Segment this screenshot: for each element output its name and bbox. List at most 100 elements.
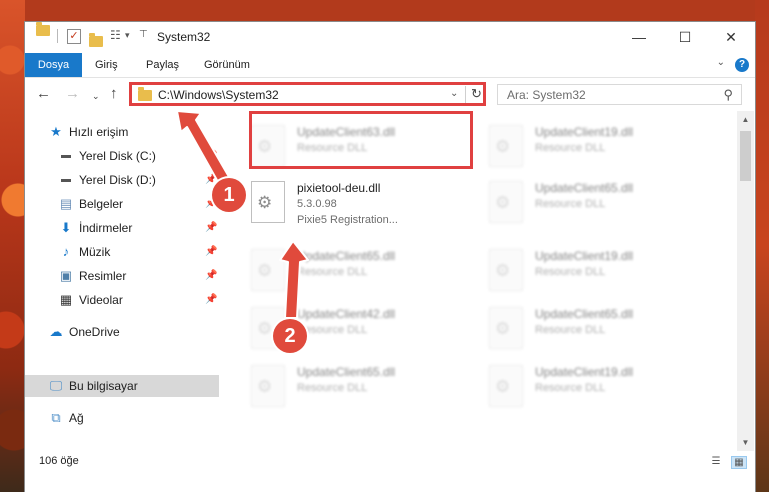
dll-file-icon (251, 249, 285, 291)
sidebar-item-label: Ağ (69, 411, 84, 425)
sidebar-item-this-pc[interactable]: 🖵 Bu bilgisayar (25, 375, 219, 397)
file-name: UpdateClient19.dll (535, 125, 634, 139)
sidebar-item-label: Videolar (79, 293, 123, 307)
file-type: Resource DLL (297, 266, 368, 278)
dll-file-icon (489, 125, 523, 167)
maximize-button[interactable]: ☐ (662, 22, 708, 53)
pin-icon[interactable]: 📌 (205, 241, 217, 263)
file-description: Pixie5 Registration... (297, 214, 398, 226)
selected-file-item[interactable]: pixietool-deu.dll 5.3.0.98 Pixie5 Regist… (251, 175, 481, 231)
sidebar-item-network[interactable]: ⧉ Ağ (25, 407, 219, 429)
recent-locations-chevron-icon[interactable]: ⌄ (92, 88, 100, 104)
sidebar-item-videos[interactable]: ▦ Videolar 📌 (25, 289, 219, 311)
scroll-up-icon[interactable]: ▲ (737, 111, 754, 128)
document-icon: ▤ (59, 196, 73, 211)
vertical-scrollbar[interactable]: ▲ ▼ (737, 111, 754, 451)
status-bar: 106 öğe ☰ ▦ (25, 451, 755, 492)
address-separator (465, 86, 466, 103)
list-item[interactable]: UpdateClient19.dll Resource DLL (489, 359, 719, 415)
address-dropdown-icon[interactable]: ⌄ (450, 88, 458, 99)
tab-home[interactable]: Giriş (95, 53, 118, 77)
file-type: Resource DLL (535, 198, 606, 210)
scroll-thumb[interactable] (740, 131, 751, 181)
file-name: UpdateClient65.dll (297, 365, 396, 379)
folder-icon (36, 22, 50, 36)
file-name: UpdateClient19.dll (535, 249, 634, 263)
pin-icon[interactable]: 📌 (205, 289, 217, 311)
navigation-bar: ← → ⌄ ↑ C:\Windows\System32 ⌄ ↻ Ara: Sys… (25, 78, 755, 111)
help-icon[interactable]: ? (735, 58, 749, 72)
file-name: UpdateClient19.dll (535, 365, 634, 379)
up-arrow-icon[interactable]: ↑ (110, 86, 118, 102)
pin-icon[interactable]: 📌 (205, 265, 217, 287)
pin-icon[interactable]: 📌 (205, 145, 217, 167)
desktop-background-right (755, 0, 769, 492)
pin-icon[interactable]: 📌 (205, 217, 217, 239)
sidebar-item-music[interactable]: ♪ Müzik 📌 (25, 241, 219, 263)
picture-icon: ▣ (59, 268, 73, 283)
address-path[interactable]: C:\Windows\System32 (158, 88, 279, 102)
sidebar-item-quick-access[interactable]: ★ Hızlı erişim (25, 121, 219, 143)
file-highlight-box (249, 111, 473, 169)
tab-share[interactable]: Paylaş (146, 53, 179, 77)
sidebar-item-drive-c[interactable]: ▬ Yerel Disk (C:) 📌 (25, 145, 219, 167)
dll-file-icon (489, 181, 523, 223)
file-name: UpdateClient65.dll (535, 307, 634, 321)
sidebar-item-drive-d[interactable]: ▬ Yerel Disk (D:) 📌 (25, 169, 219, 191)
quick-access-separator (57, 29, 58, 43)
new-folder-icon[interactable] (89, 33, 103, 47)
large-icons-view-icon[interactable]: ▦ (731, 456, 747, 469)
list-item[interactable]: UpdateClient65.dll Resource DLL (251, 359, 481, 415)
forward-arrow-icon[interactable]: → (65, 86, 80, 102)
refresh-icon[interactable]: ↻ (471, 86, 482, 102)
sidebar-item-documents[interactable]: ▤ Belgeler 📌 (25, 193, 219, 215)
sidebar-item-label: Yerel Disk (D:) (79, 173, 156, 187)
details-view-icon[interactable]: ☰ (709, 456, 723, 467)
sidebar-item-label: Hızlı erişim (69, 125, 129, 139)
file-name: pixietool-deu.dll (297, 181, 381, 195)
video-icon: ▦ (59, 292, 73, 307)
network-icon: ⧉ (51, 410, 61, 425)
tab-view[interactable]: Görünüm (204, 53, 250, 77)
file-type: Resource DLL (297, 324, 368, 336)
sidebar-item-onedrive[interactable]: ☁ OneDrive (25, 321, 219, 343)
sidebar-item-downloads[interactable]: ⬇ İndirmeler 📌 (25, 217, 219, 239)
sidebar-item-label: OneDrive (69, 325, 120, 339)
file-name: UpdateClient65.dll (297, 249, 396, 263)
item-count: 106 öğe (39, 455, 79, 467)
ribbon-tabs: Dosya Giriş Paylaş Görünüm ⌄ ? (25, 53, 755, 78)
step-2-badge: 2 (273, 319, 307, 353)
tab-file[interactable]: Dosya (25, 53, 82, 77)
back-arrow-icon[interactable]: ← (36, 86, 51, 102)
dll-file-icon (489, 307, 523, 349)
drive-icon: ▬ (61, 174, 71, 185)
list-item[interactable]: UpdateClient65.dll Resource DLL (489, 175, 719, 231)
music-icon: ♪ (62, 244, 70, 259)
list-item[interactable]: UpdateClient19.dll Resource DLL (489, 119, 719, 175)
computer-icon: 🖵 (49, 378, 63, 393)
sidebar-item-pictures[interactable]: ▣ Resimler 📌 (25, 265, 219, 287)
chevron-down-icon[interactable]: ⌄ (717, 57, 725, 68)
close-button[interactable]: ✕ (708, 22, 754, 53)
search-input[interactable]: Ara: System32 ⚲ (497, 84, 742, 105)
properties-check-icon[interactable]: ✓ (67, 29, 81, 44)
title-bar: ✓ ☷ ▾ ⊤ System32 — ☐ ✕ (25, 22, 755, 53)
dll-file-icon (251, 181, 285, 223)
sidebar-item-label: Yerel Disk (C:) (79, 149, 156, 163)
list-view-icon[interactable]: ☷ (110, 29, 123, 41)
list-item[interactable]: UpdateClient65.dll Resource DLL (489, 301, 719, 357)
scroll-down-icon[interactable]: ▼ (737, 434, 754, 451)
search-placeholder: Ara: System32 (507, 88, 586, 102)
pin-toolbar-icon[interactable]: ⊤ (139, 29, 152, 41)
list-item[interactable]: UpdateClient65.dll Resource DLL (251, 243, 481, 299)
file-type: Resource DLL (535, 266, 606, 278)
address-bar[interactable]: C:\Windows\System32 ⌄ ↻ (129, 82, 486, 106)
list-item[interactable]: UpdateClient19.dll Resource DLL (489, 243, 719, 299)
cloud-icon: ☁ (49, 324, 63, 339)
customize-dropdown-icon[interactable]: ▾ (125, 29, 138, 41)
search-icon[interactable]: ⚲ (723, 87, 733, 103)
download-icon: ⬇ (60, 220, 72, 235)
file-name: UpdateClient42.dll (297, 307, 396, 321)
minimize-button[interactable]: — (616, 22, 662, 53)
drive-icon: ▬ (61, 150, 71, 161)
